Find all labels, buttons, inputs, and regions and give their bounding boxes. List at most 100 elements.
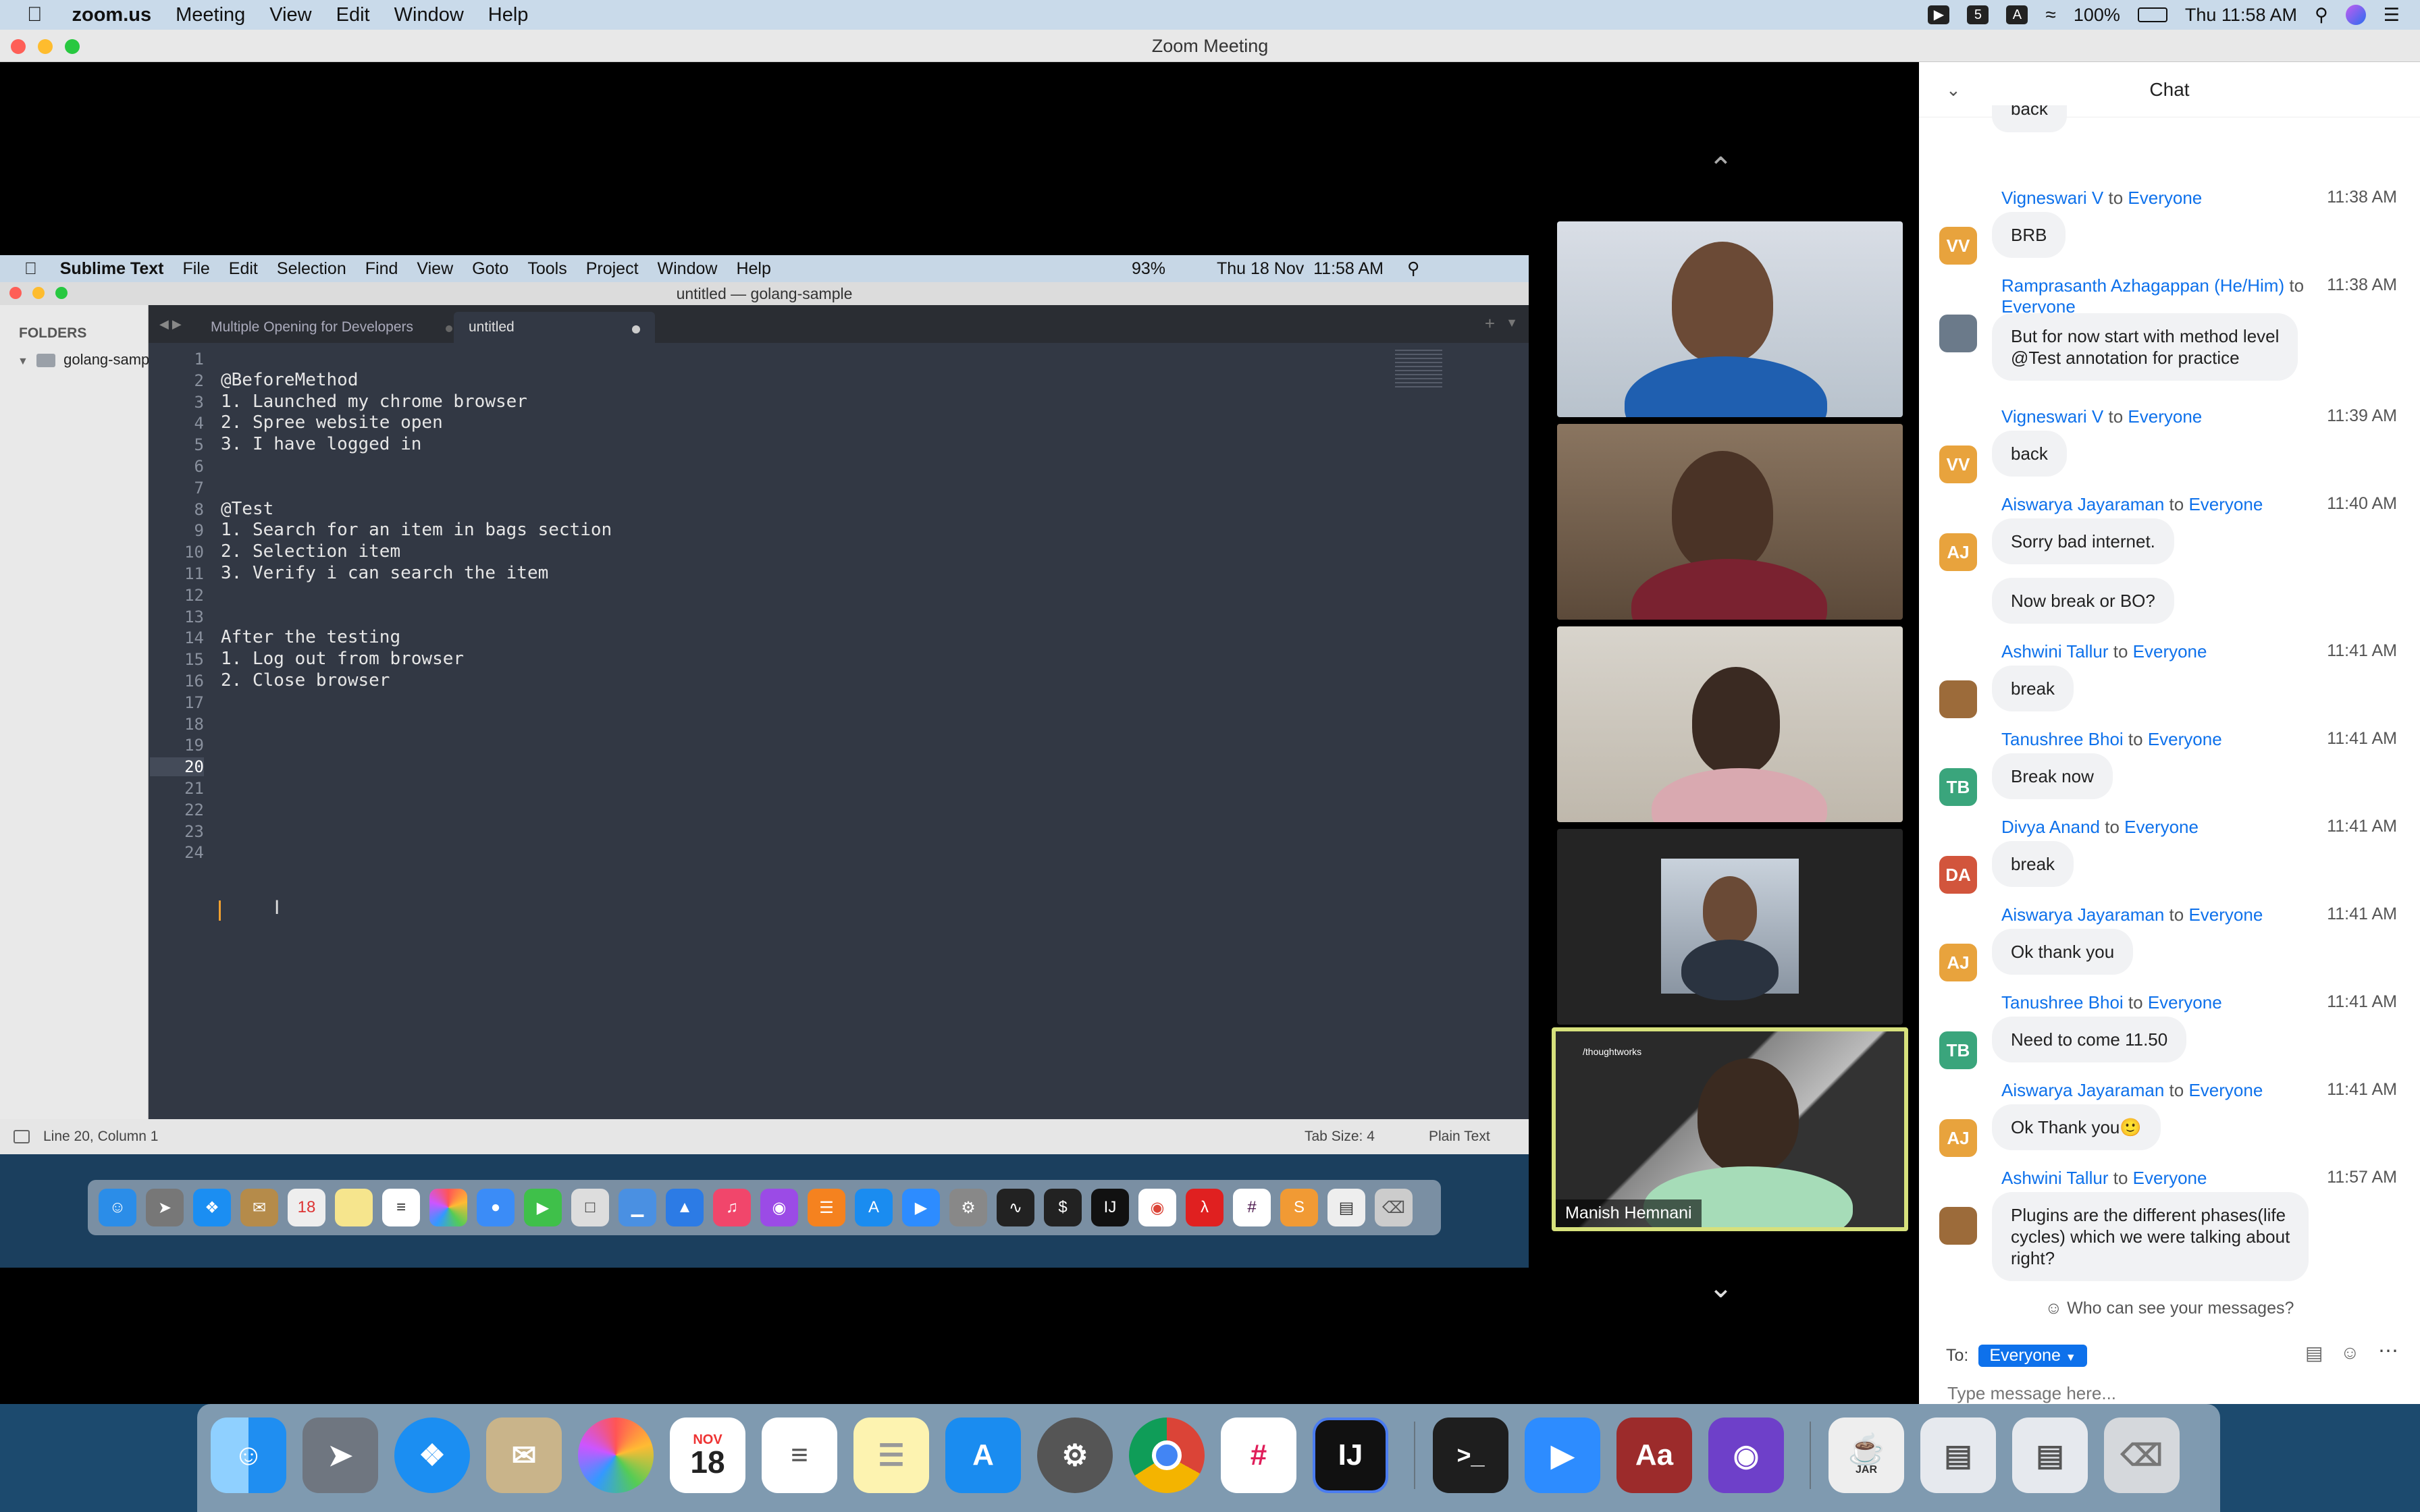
participant-video-3[interactable] <box>1557 626 1903 822</box>
sender-name[interactable]: Vigneswari V <box>2001 406 2103 427</box>
menu-item-help[interactable]: Help <box>488 4 529 26</box>
emoji-icon[interactable]: ☺ <box>2340 1342 2360 1364</box>
sender-name[interactable]: Tanushree Bhoi <box>2001 729 2124 749</box>
participant-video-4[interactable] <box>1557 829 1903 1025</box>
menu-app-name[interactable]: zoom.us <box>72 4 152 26</box>
sender-name[interactable]: Aiswarya Jayaraman <box>2001 905 2164 925</box>
sender-name[interactable]: Vigneswari V <box>2001 188 2103 208</box>
message-time: 11:40 AM <box>2327 494 2397 513</box>
message-bubble[interactable]: Break now <box>1992 753 2113 799</box>
chrome-icon[interactable] <box>1129 1418 1205 1493</box>
sender-avatar[interactable]: TB <box>1939 1031 1977 1069</box>
notes-icon[interactable]: ☰ <box>853 1418 929 1493</box>
sender-name[interactable]: Ashwini Tallur <box>2001 1168 2108 1188</box>
participant-video-active-speaker[interactable]: /thoughtworks Manish Hemnani <box>1552 1027 1908 1231</box>
reminders-icon[interactable]: ≡ <box>762 1418 837 1493</box>
mail-icon[interactable]: ✉ <box>486 1418 562 1493</box>
siri-icon[interactable] <box>2345 5 2366 25</box>
sender-name[interactable]: Tanushree Bhoi <box>2001 992 2124 1013</box>
zoom-window-button[interactable] <box>65 39 80 54</box>
zoom-icon[interactable]: ▶ <box>1525 1418 1600 1493</box>
message-bubble[interactable]: Need to come 11.50 <box>1992 1017 2187 1062</box>
message-bubble[interactable]: But for now start with method level @Tes… <box>1992 313 2298 381</box>
shared-music-icon: ♫ <box>713 1189 751 1226</box>
java-launcher-icon[interactable]: ☕ JAR <box>1829 1418 1904 1493</box>
safari-icon[interactable]: ❖ <box>394 1418 470 1493</box>
sender-avatar[interactable] <box>1939 1207 1977 1245</box>
trash-icon[interactable]: ⌫ <box>2104 1418 2180 1493</box>
github-desktop-icon[interactable]: ◉ <box>1708 1418 1784 1493</box>
message-bubble[interactable]: Plugins are the different phases(life cy… <box>1992 1192 2309 1281</box>
close-window-button[interactable] <box>11 39 26 54</box>
terminal-icon[interactable]: >_ <box>1433 1418 1508 1493</box>
minimize-window-button[interactable] <box>38 39 53 54</box>
battery-level[interactable]: 100% <box>2074 5 2120 26</box>
dictionary-icon[interactable]: Aa <box>1616 1418 1692 1493</box>
message-bubble[interactable]: break <box>1992 666 2074 711</box>
sender-avatar[interactable]: VV <box>1939 446 1977 483</box>
menu-item-meeting[interactable]: Meeting <box>176 4 245 26</box>
shared-keynote-icon: ▲ <box>666 1189 704 1226</box>
message-bubble[interactable]: Now break or BO? <box>1992 578 2174 624</box>
gallery-scroll-down-icon[interactable]: ⌄ <box>1708 1270 1733 1305</box>
battery-icon[interactable] <box>2137 7 2167 22</box>
text-cursor <box>219 900 221 921</box>
shared-menu-selection: Selection <box>264 259 346 278</box>
menu-item-edit[interactable]: Edit <box>336 4 370 26</box>
menu-item-view[interactable]: View <box>269 4 311 26</box>
sender-name[interactable]: Ashwini Tallur <box>2001 641 2108 662</box>
file-share-icon[interactable]: ▤ <box>2305 1342 2323 1364</box>
zoom-status-icon[interactable]: ▶ <box>1928 5 1950 24</box>
line-number: 1 <box>194 350 204 369</box>
slack-icon[interactable]: # <box>1221 1418 1296 1493</box>
intellij-idea-icon[interactable]: IJ <box>1313 1418 1388 1493</box>
sender-avatar[interactable]: TB <box>1939 768 1977 806</box>
sender-name[interactable]: Ramprasanth Azhagappan (He/Him) <box>2001 275 2284 296</box>
partial-message-text: back <box>2011 105 2048 119</box>
input-source-icon[interactable]: A <box>2006 5 2028 24</box>
message-bubble[interactable]: Ok thank you <box>1992 929 2134 975</box>
tab-label: Multiple Opening for Developers <box>211 319 413 335</box>
photos-icon[interactable] <box>578 1418 654 1493</box>
collapse-chat-icon[interactable]: ⌄ <box>1946 62 1961 117</box>
gallery-scroll-up-icon[interactable]: ⌃ <box>1708 151 1733 186</box>
sender-avatar[interactable]: AJ <box>1939 1119 1977 1157</box>
launchpad-icon[interactable]: ➤ <box>302 1418 378 1493</box>
sender-avatar[interactable]: AJ <box>1939 944 1977 981</box>
spotlight-search-icon[interactable]: ⚲ <box>2315 5 2328 26</box>
menu-item-window[interactable]: Window <box>394 4 464 26</box>
wifi-icon[interactable]: ≈ <box>2045 4 2055 26</box>
code-line: 2. Spree website open <box>221 412 443 433</box>
sender-name[interactable]: Divya Anand <box>2001 817 2100 837</box>
virtual-background-logo: /thoughtworks <box>1583 1046 1642 1057</box>
sender-name[interactable]: Aiswarya Jayaraman <box>2001 494 2164 514</box>
message-bubble[interactable]: break <box>1992 841 2074 887</box>
apple-icon[interactable]:  <box>27 3 43 26</box>
recipient-dropdown[interactable]: Everyone ▼ <box>1978 1345 2087 1367</box>
sender-avatar[interactable]: VV <box>1939 227 1977 265</box>
sender-avatar[interactable]: AJ <box>1939 533 1977 571</box>
sender-name[interactable]: Aiswarya Jayaraman <box>2001 1080 2164 1100</box>
finder-window-thumbnail-icon[interactable]: ▤ <box>1920 1418 1996 1493</box>
app-store-icon[interactable]: A <box>945 1418 1021 1493</box>
sender-avatar[interactable] <box>1939 680 1977 718</box>
sender-avatar[interactable] <box>1939 315 1977 352</box>
message-bubble[interactable]: back <box>1992 431 2067 477</box>
visibility-note[interactable]: ☺ Who can see your messages? <box>1919 1299 2420 1318</box>
message-bubble[interactable]: Ok Thank you🙂 <box>1992 1104 2161 1150</box>
finder-icon[interactable]: ☺ <box>211 1418 286 1493</box>
more-options-icon[interactable]: ⋯ <box>2378 1339 2398 1363</box>
skype-status-icon[interactable]: 5 <box>1967 5 1989 24</box>
participant-video-2[interactable] <box>1557 424 1903 620</box>
calendar-icon[interactable]: NOV 18 <box>670 1418 745 1493</box>
menubar-clock[interactable]: Thu 11:58 AM <box>2185 5 2297 26</box>
participant-video-1[interactable] <box>1557 221 1903 417</box>
shared-clock: Thu 18 Nov 11:58 AM <box>1217 259 1384 278</box>
system-preferences-icon[interactable]: ⚙ <box>1037 1418 1113 1493</box>
line-number: 15 <box>184 650 204 670</box>
finder-window-thumbnail-icon[interactable]: ▤ <box>2012 1418 2088 1493</box>
notification-center-icon[interactable]: ☰ <box>2384 5 2400 26</box>
message-bubble[interactable]: BRB <box>1992 212 2066 258</box>
message-bubble[interactable]: Sorry bad internet. <box>1992 518 2174 564</box>
sender-avatar[interactable]: DA <box>1939 856 1977 894</box>
